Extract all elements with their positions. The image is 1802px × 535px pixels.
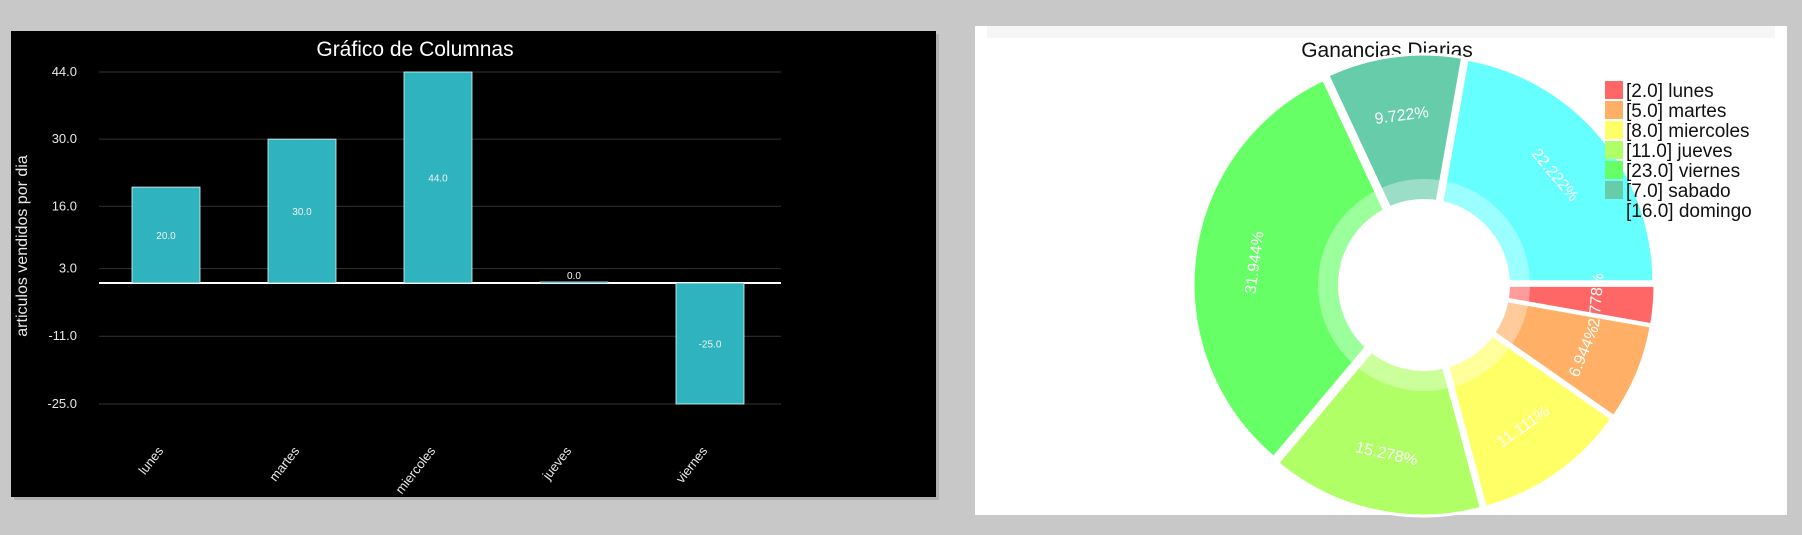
- bar-value-label: -25.0: [699, 340, 722, 351]
- bar-value-label: 0.0: [567, 271, 581, 282]
- legend-swatch: [1605, 161, 1623, 179]
- legend-label: [7.0] sabado: [1626, 181, 1731, 202]
- legend-label: [23.0] viernes: [1626, 161, 1740, 182]
- bar-chart-panel: Gráfico de Columnas 44.0 30.0 16.0 3.0 -11.0…: [11, 31, 936, 497]
- legend-swatch: [1605, 181, 1623, 199]
- y-tick-label: 44.0: [52, 64, 77, 79]
- y-tick-label: -25.0: [47, 396, 77, 411]
- bar-series: [131, 71, 745, 405]
- legend-label: [2.0] lunes: [1626, 81, 1714, 102]
- legend-swatch: [1605, 141, 1623, 159]
- bar-chart-title: Gráfico de Columnas: [316, 38, 513, 61]
- x-category-labels: lunes martes miercoles jueves viernes: [135, 443, 710, 496]
- donut-hole: [1338, 199, 1510, 371]
- y-tick-label: 3.0: [59, 261, 77, 276]
- legend-label: [8.0] miercoles: [1626, 121, 1750, 142]
- legend-label: [5.0] martes: [1626, 101, 1726, 122]
- y-tick-label: 16.0: [52, 198, 77, 213]
- category-label: miercoles: [392, 443, 438, 496]
- category-label: lunes: [135, 443, 166, 477]
- legend-swatch: [1605, 101, 1623, 119]
- legend-label: [16.0] domingo: [1626, 201, 1752, 222]
- y-tick-labels: 44.0 30.0 16.0 3.0 -11.0 -25.0: [47, 64, 77, 411]
- pie-chart: Ganancias Diarias 2.778%6.944%11.111%15.…: [1191, 39, 1752, 518]
- y-axis-label: articulos vendidos por dia: [14, 155, 31, 337]
- legend-swatch: [1605, 201, 1623, 219]
- legend-label: [11.0] jueves: [1626, 141, 1732, 162]
- bar: [539, 281, 609, 284]
- legend-swatch: [1605, 121, 1623, 139]
- y-tick-label: 30.0: [52, 131, 77, 146]
- bar-value-label: 30.0: [292, 207, 312, 218]
- category-label: jueves: [539, 443, 575, 483]
- pie-chart-panel: Ganancias Diarias 2.778% 6.944% 11.111% 15.…: [975, 26, 1787, 518]
- legend-swatch: [1605, 81, 1623, 99]
- pie-legend: [2.0] lunes[5.0] martes[8.0] miercoles[1…: [1605, 81, 1752, 222]
- y-tick-label: -11.0: [48, 328, 77, 343]
- bar-value-label: 20.0: [156, 231, 176, 242]
- bar-value-label: 44.0: [428, 174, 448, 185]
- bar-chart: Gráfico de Columnas 44.0 30.0 16.0 3.0 -11.0…: [14, 38, 781, 497]
- category-label: viernes: [673, 443, 711, 486]
- category-label: martes: [266, 443, 303, 484]
